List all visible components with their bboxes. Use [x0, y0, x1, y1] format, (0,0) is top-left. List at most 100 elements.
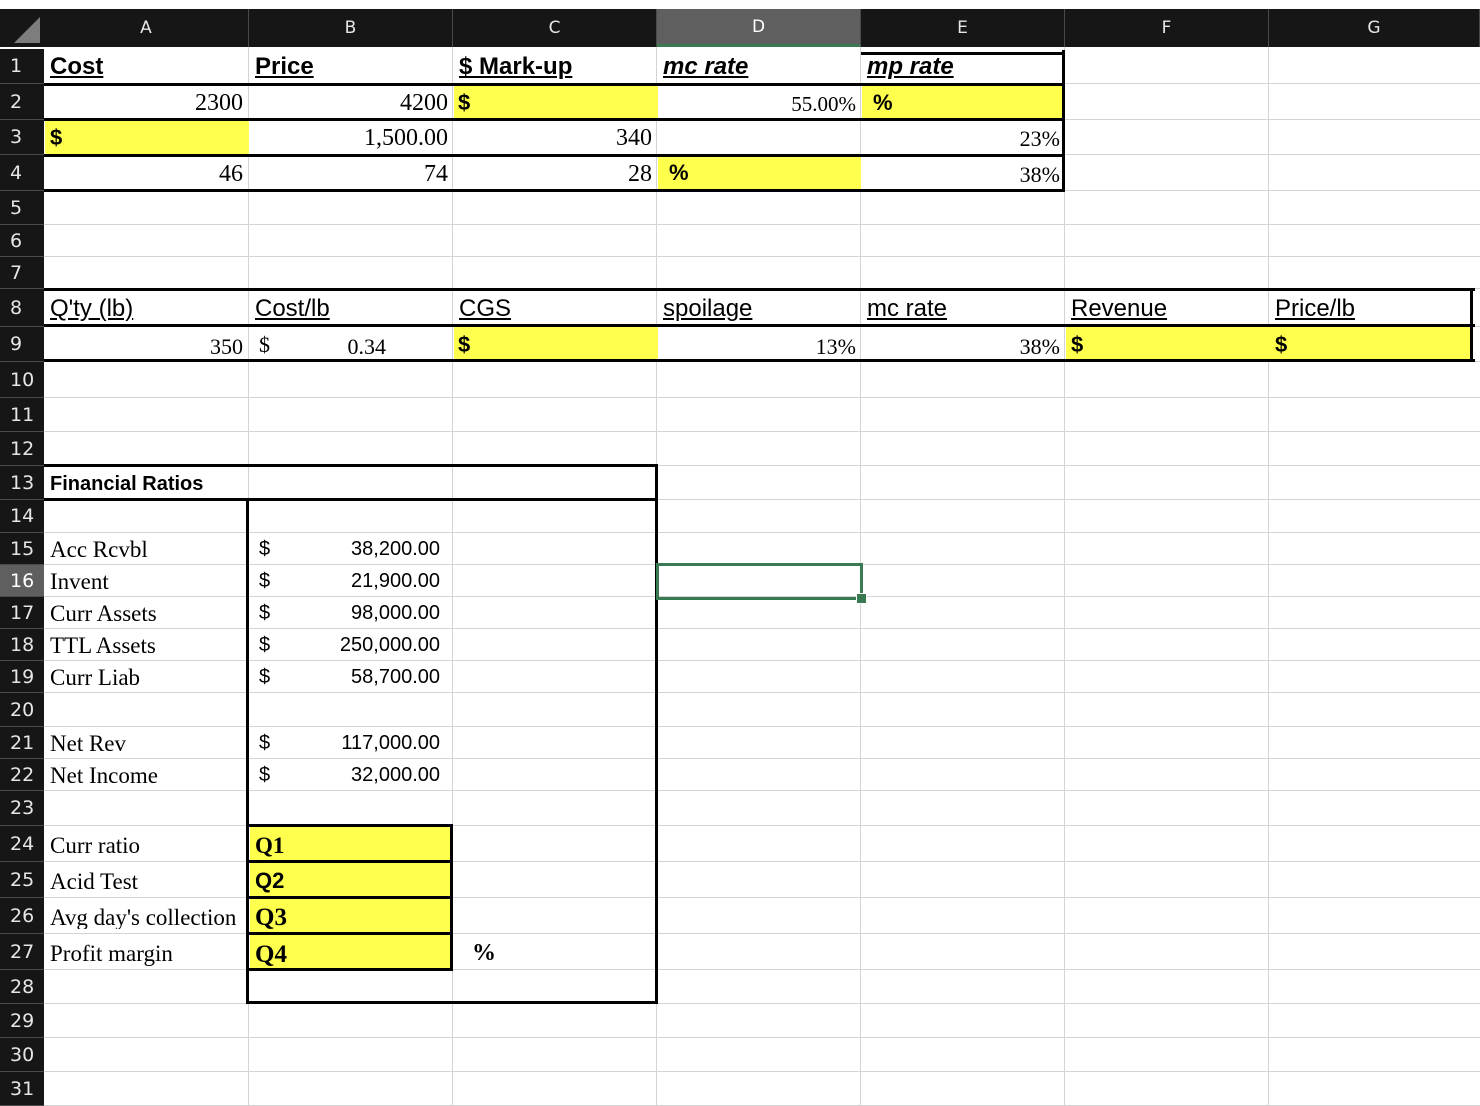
row-header-17[interactable]: 17: [0, 597, 44, 629]
cell-a2[interactable]: 2300: [50, 91, 243, 115]
cell-a16[interactable]: Invent: [50, 570, 109, 593]
column-header-e[interactable]: E: [861, 9, 1065, 47]
column-header-a[interactable]: A: [44, 9, 249, 47]
cell-d9[interactable]: 13%: [663, 336, 856, 358]
cell-g8[interactable]: Price/lb: [1275, 297, 1355, 321]
cell-g9[interactable]: $: [1275, 334, 1287, 356]
cell-b17[interactable]: 98,000.00: [290, 603, 440, 623]
column-header-d[interactable]: D: [657, 9, 861, 47]
cell-d1[interactable]: mc rate: [663, 55, 748, 79]
row-header-15[interactable]: 15: [0, 533, 44, 565]
cell-b21[interactable]: 117,000.00: [290, 733, 440, 753]
select-all-corner[interactable]: [0, 9, 44, 47]
row-header-21[interactable]: 21: [0, 727, 44, 759]
row-header-7[interactable]: 7: [0, 257, 44, 289]
cell-d4[interactable]: %: [669, 162, 689, 184]
cell-b18[interactable]: 250,000.00: [290, 635, 440, 655]
cell-b8[interactable]: Cost/lb: [255, 297, 330, 321]
cell-c3[interactable]: 340: [459, 126, 652, 150]
cell-a4[interactable]: 46: [50, 162, 243, 186]
cell-b25[interactable]: Q2: [255, 870, 284, 892]
row-header-5[interactable]: 5: [0, 191, 44, 225]
cell-b22[interactable]: 32,000.00: [290, 765, 440, 785]
row-header-4[interactable]: 4: [0, 155, 44, 191]
row-header-29[interactable]: 29: [0, 1004, 44, 1038]
row-header-12[interactable]: 12: [0, 432, 44, 466]
cell-d8[interactable]: spoilage: [663, 297, 752, 321]
cell-b4[interactable]: 74: [255, 162, 448, 186]
row-header-1[interactable]: 1: [0, 49, 44, 84]
cell-a17[interactable]: Curr Assets: [50, 602, 157, 625]
active-cell-selection[interactable]: [656, 563, 863, 600]
cell-f8[interactable]: Revenue: [1071, 297, 1167, 321]
spreadsheet[interactable]: A B C D E F G 1 2 3 4 5 6 7 8 9 10 11 12 13 14 15 16 17 1…: [0, 0, 1480, 1106]
cell-f9[interactable]: $: [1071, 334, 1083, 356]
cell-e8[interactable]: mc rate: [867, 297, 947, 321]
row-header-3[interactable]: 3: [0, 120, 44, 155]
cell-a18[interactable]: TTL Assets: [50, 634, 156, 657]
cell-a13[interactable]: Financial Ratios: [50, 474, 203, 494]
cell-b3[interactable]: 1,500.00: [255, 126, 448, 150]
cell-e3[interactable]: 23%: [867, 128, 1060, 150]
row-header-2[interactable]: 2: [0, 84, 44, 120]
row-header-8[interactable]: 8: [0, 289, 44, 327]
cell-b15[interactable]: 38,200.00: [290, 539, 440, 559]
row-header-31[interactable]: 31: [0, 1072, 44, 1106]
cell-a9[interactable]: 350: [50, 336, 243, 358]
cell-c2[interactable]: $: [458, 92, 470, 114]
cell-a8[interactable]: Q'ty (lb): [50, 297, 133, 321]
column-header-b[interactable]: B: [249, 9, 453, 47]
cell-a19[interactable]: Curr Liab: [50, 666, 140, 689]
cell-a24[interactable]: Curr ratio: [50, 834, 140, 857]
column-header-f[interactable]: F: [1065, 9, 1269, 47]
row-header-19[interactable]: 19: [0, 661, 44, 693]
row-header-30[interactable]: 30: [0, 1038, 44, 1072]
cell-a3[interactable]: $: [50, 127, 62, 149]
row-header-16[interactable]: 16: [0, 565, 44, 597]
row-header-25[interactable]: 25: [0, 862, 44, 898]
cell-b9[interactable]: 0.34: [290, 336, 387, 358]
cell-c1[interactable]: $ Mark-up: [459, 55, 572, 79]
row-header-6[interactable]: 6: [0, 225, 44, 257]
row-header-27[interactable]: 27: [0, 934, 44, 970]
row-header-28[interactable]: 28: [0, 970, 44, 1004]
column-header-g[interactable]: G: [1269, 9, 1480, 47]
row-header-23[interactable]: 23: [0, 791, 44, 826]
cell-a21[interactable]: Net Rev: [50, 732, 126, 755]
cell-b26[interactable]: Q3: [255, 905, 287, 930]
row-header-14[interactable]: 14: [0, 500, 44, 533]
row-header-11[interactable]: 11: [0, 398, 44, 432]
cell-e1[interactable]: mp rate: [867, 55, 954, 79]
cell-e4[interactable]: 38%: [867, 164, 1060, 186]
cell-c4[interactable]: 28: [459, 162, 652, 186]
cell-b2[interactable]: 4200: [255, 91, 448, 115]
cell-c9[interactable]: $: [458, 334, 470, 356]
cell-a22[interactable]: Net Income: [50, 764, 158, 787]
cell-a15[interactable]: Acc Rcvbl: [50, 538, 148, 561]
cell-c27[interactable]: %: [472, 941, 496, 965]
cell-b1[interactable]: Price: [255, 55, 314, 79]
row-header-13[interactable]: 13: [0, 466, 44, 500]
cell-a26[interactable]: Avg day's collection: [50, 906, 246, 929]
row-header-9[interactable]: 9: [0, 327, 44, 362]
cell-a25[interactable]: Acid Test: [50, 870, 138, 893]
cell-a27[interactable]: Profit margin: [50, 942, 173, 965]
row-header-22[interactable]: 22: [0, 759, 44, 791]
cell-c8[interactable]: CGS: [459, 297, 511, 321]
cell-e9[interactable]: 38%: [867, 336, 1060, 358]
row-header-18[interactable]: 18: [0, 629, 44, 661]
cell-b24[interactable]: Q1: [255, 834, 284, 857]
cell-a1[interactable]: Cost: [50, 55, 103, 79]
cell-e2[interactable]: %: [873, 92, 893, 114]
column-gridline: [1268, 47, 1269, 1106]
row-header-26[interactable]: 26: [0, 898, 44, 934]
fill-handle[interactable]: [856, 593, 867, 604]
row-header-24[interactable]: 24: [0, 826, 44, 862]
cell-b27[interactable]: Q4: [255, 942, 287, 967]
column-header-c[interactable]: C: [453, 9, 657, 47]
cell-b19[interactable]: 58,700.00: [290, 667, 440, 687]
row-header-10[interactable]: 10: [0, 362, 44, 398]
cell-d2[interactable]: 55.00%: [663, 94, 856, 115]
cell-b16[interactable]: 21,900.00: [290, 571, 440, 591]
row-header-20[interactable]: 20: [0, 693, 44, 727]
